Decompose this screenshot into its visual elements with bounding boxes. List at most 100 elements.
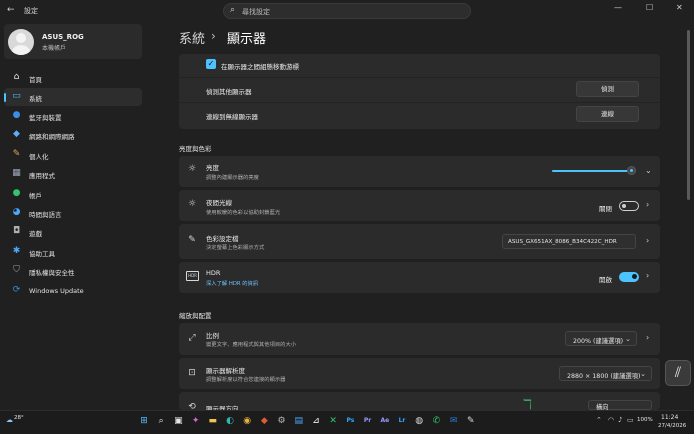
floating-capture-widget[interactable]: ⫽ — [665, 360, 691, 386]
divider — [179, 102, 660, 103]
chevron-down-icon[interactable]: ⌄ — [645, 166, 652, 175]
sidebar-item-accessibility[interactable]: ✱ 協助工具 — [4, 243, 142, 261]
edge-icon[interactable]: ◐ — [223, 414, 237, 428]
sidebar-item-label: 帳戶 — [29, 192, 42, 200]
section-header-scale: 縮放與配置 — [179, 312, 212, 320]
volume-icon[interactable]: ♪ — [618, 416, 622, 424]
orientation-dropdown[interactable]: 橫向 — [588, 400, 652, 411]
breadcrumb-parent[interactable]: 系統 — [179, 28, 205, 47]
sidebar-item-label: Windows Update — [29, 287, 84, 295]
resolution-title: 顯示器解析度 — [206, 367, 245, 375]
sidebar-item-windows-update[interactable]: ⟳ Windows Update — [4, 282, 142, 300]
hdr-learn-more-link[interactable]: 深入了解 HDR 的資訊 — [206, 279, 258, 287]
armoury-icon[interactable]: ⊿ — [309, 414, 323, 428]
back-arrow-icon[interactable]: ← — [7, 5, 15, 15]
page-title: 顯示器 — [227, 32, 267, 47]
wireless-connect-button[interactable]: 連線 — [576, 106, 639, 122]
remember-checkbox[interactable]: ✓ — [206, 59, 216, 69]
resolution-value: 2880 × 1800 (建議選項) — [567, 373, 641, 380]
weather-icon[interactable]: ☁ — [6, 416, 13, 424]
sidebar-item-label: 時間與語言 — [29, 211, 62, 219]
hdr-card[interactable] — [179, 262, 660, 293]
color-profile-dropdown[interactable]: ASUS_GX651AX_8086_B34C422C_HDR — [502, 234, 636, 249]
weather-temperature: 28° — [14, 415, 24, 421]
store-icon[interactable]: ▤ — [292, 414, 306, 428]
copilot-icon[interactable]: ✦ — [189, 414, 203, 428]
file-explorer-icon[interactable]: ▬ — [206, 414, 220, 428]
brush-icon: ✎ — [12, 149, 21, 159]
chevron-down-icon: ⌄ — [625, 335, 631, 343]
after-effects-icon[interactable]: Ae — [378, 414, 392, 428]
avatar[interactable] — [8, 29, 34, 55]
clock-time[interactable]: 11:24 — [661, 414, 678, 421]
maximize-button[interactable]: ☐ — [646, 3, 653, 12]
night-light-card[interactable] — [179, 190, 660, 221]
xbox-icon[interactable]: ✕ — [326, 414, 340, 428]
sidebar-item-bluetooth[interactable]: ● 藍牙與裝置 — [4, 107, 142, 125]
task-view-icon[interactable]: ▣ — [171, 414, 185, 428]
brightness-slider-fill — [552, 170, 632, 172]
sidebar-item-label: 協助工具 — [29, 250, 55, 258]
battery-percent: 100% — [637, 417, 653, 423]
scrollbar-thumb[interactable] — [687, 30, 690, 200]
close-button[interactable]: ✕ — [676, 3, 683, 12]
capture-icon[interactable]: ◍ — [412, 414, 426, 428]
office-icon[interactable]: ◆ — [257, 414, 271, 428]
avatar-head-icon — [16, 33, 26, 43]
hdr-state: 開啟 — [599, 276, 612, 284]
premiere-icon[interactable]: Pr — [361, 414, 375, 428]
night-light-icon: ☼ — [187, 199, 197, 209]
brightness-slider[interactable] — [552, 170, 636, 172]
photoshop-icon[interactable]: Ps — [343, 414, 357, 428]
whatsapp-icon[interactable]: ✆ — [429, 414, 443, 428]
apps-icon: ▦ — [12, 168, 21, 178]
resolution-dropdown[interactable]: 2880 × 1800 (建議選項) ⌄ — [559, 366, 652, 381]
section-header-brightness: 亮度與色彩 — [179, 145, 212, 153]
home-icon: ⌂ — [13, 72, 20, 82]
sidebar-item-system[interactable]: ▭ 系統 — [4, 88, 142, 106]
sidebar-item-privacy[interactable]: ⛉ 隱私權與安全性 — [4, 262, 142, 280]
sidebar-item-label: 首頁 — [29, 76, 42, 84]
settings-gear-icon[interactable]: ⚙ — [275, 414, 289, 428]
accessibility-icon: ✱ — [12, 246, 21, 256]
windows-start-icon[interactable]: ⊞ — [137, 414, 151, 428]
minimize-button[interactable]: — — [614, 3, 622, 12]
search-icon[interactable]: ⌕ — [154, 414, 168, 428]
update-icon: ⟳ — [12, 285, 21, 295]
clock-date[interactable]: 27/4/2026 — [658, 423, 686, 429]
breadcrumb-separator: › — [211, 29, 216, 43]
sidebar-item-gaming[interactable]: ◘ 遊戲 — [4, 223, 142, 241]
user-account-type: 本機帳戶 — [42, 45, 67, 52]
hdr-toggle[interactable] — [619, 272, 639, 282]
night-light-toggle[interactable] — [619, 201, 639, 211]
tray-chevron-icon[interactable]: ⌃ — [596, 416, 602, 424]
chevron-right-icon[interactable]: › — [646, 271, 649, 280]
sidebar-item-label: 藍牙與裝置 — [29, 114, 62, 122]
sidebar-item-label: 個人化 — [29, 153, 49, 161]
account-icon: ● — [12, 188, 21, 198]
sidebar-item-personalization[interactable]: ✎ 個人化 — [4, 146, 142, 164]
search-placeholder: 尋找設定 — [242, 8, 270, 16]
user-name: ASUS_ROG — [42, 33, 84, 41]
sidebar-item-apps[interactable]: ▦ 應用程式 — [4, 165, 142, 183]
wifi-icon[interactable]: ◠ — [608, 416, 614, 424]
search-input[interactable]: ⌕ 尋找設定 — [223, 3, 471, 19]
app-title: 設定 — [24, 7, 38, 15]
resolution-icon: ⊡ — [188, 368, 196, 378]
chevron-right-icon[interactable]: › — [646, 333, 649, 342]
detect-button[interactable]: 偵測 — [576, 81, 639, 97]
divider — [179, 77, 660, 78]
sidebar-item-accounts[interactable]: ● 帳戶 — [4, 185, 142, 203]
chrome-icon[interactable]: ◉ — [240, 414, 254, 428]
outlook-icon[interactable]: ✉ — [447, 414, 461, 428]
chevron-right-icon[interactable]: › — [646, 236, 649, 245]
lightroom-icon[interactable]: Lr — [395, 414, 409, 428]
hdr-icon: HDR — [186, 271, 199, 281]
scale-dropdown[interactable]: 200% (建議選項) ⌄ — [565, 331, 637, 346]
sidebar-item-home[interactable]: ⌂ 首頁 — [4, 69, 142, 87]
sidebar-item-time-language[interactable]: ◕ 時間與語言 — [4, 204, 142, 222]
chevron-right-icon[interactable]: › — [646, 200, 649, 209]
notepad-icon[interactable]: ✎ — [464, 414, 478, 428]
battery-icon[interactable]: ▭ — [627, 416, 634, 424]
sidebar-item-network[interactable]: ◆ 網路和網際網路 — [4, 126, 142, 144]
